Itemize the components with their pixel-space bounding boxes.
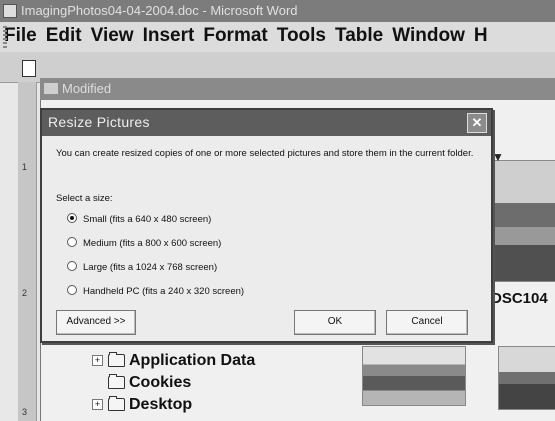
menu-help[interactable]: H: [470, 22, 493, 47]
ruler-mark: 3: [22, 407, 28, 417]
option-label: Large (fits a 1024 x 768 screen): [83, 262, 218, 273]
menu-edit[interactable]: Edit: [42, 22, 87, 47]
tree-item-label: Desktop: [129, 396, 193, 413]
thumbnail-caption: DSC104: [491, 290, 548, 307]
explorer-window-title: Modified: [62, 81, 112, 96]
vertical-ruler: 1 2 3: [18, 82, 37, 421]
tree-item-cookies[interactable]: Cookies: [92, 374, 191, 392]
size-option-medium[interactable]: Medium (fits a 800 x 600 screen): [67, 237, 221, 249]
option-label: Handheld PC (fits a 240 x 320 screen): [83, 286, 245, 297]
menu-window[interactable]: Window: [388, 22, 470, 47]
size-option-small[interactable]: Small (fits a 640 x 480 screen): [67, 213, 211, 225]
size-option-large[interactable]: Large (fits a 1024 x 768 screen): [67, 261, 217, 273]
photo-thumbnail[interactable]: [490, 160, 555, 282]
tree-item-desktop[interactable]: + Desktop: [92, 396, 192, 414]
dialog-title: Resize Pictures: [48, 114, 150, 130]
option-label: Medium (fits a 800 x 600 screen): [83, 238, 222, 249]
ok-button[interactable]: OK: [294, 310, 376, 335]
explorer-title-bar: Modified: [40, 78, 555, 100]
menu-format[interactable]: Format: [199, 22, 272, 47]
folder-icon: [108, 374, 125, 390]
menu-table[interactable]: Table: [331, 22, 388, 47]
advanced-button[interactable]: Advanced >>: [56, 310, 136, 335]
menu-insert[interactable]: Insert: [139, 22, 200, 47]
photo-thumbnail[interactable]: [362, 346, 466, 406]
folder-icon: [108, 352, 125, 368]
menu-bar: File Edit View Insert Format Tools Table Window…: [0, 22, 555, 52]
dialog-title-bar[interactable]: Resize Pictures ✕: [42, 110, 491, 136]
ruler-mark: 1: [22, 162, 28, 172]
menu-tools[interactable]: Tools: [273, 22, 331, 47]
radio-button[interactable]: [67, 285, 77, 295]
tree-item-application-data[interactable]: + Application Data: [92, 352, 255, 370]
close-button[interactable]: ✕: [467, 113, 487, 133]
resize-pictures-dialog: Resize Pictures ✕ You can create resized…: [40, 108, 493, 343]
tree-item-label: Cookies: [129, 374, 192, 391]
option-label: Small (fits a 640 x 480 screen): [83, 214, 212, 225]
dialog-description: You can create resized copies of one or …: [56, 148, 474, 159]
word-title-bar: ImagingPhotos04-04-2004.doc - Microsoft …: [0, 0, 555, 22]
size-group-label: Select a size:: [56, 193, 113, 204]
radio-button[interactable]: [67, 213, 77, 223]
tree-item-label: Application Data: [129, 352, 256, 369]
expand-icon[interactable]: +: [92, 355, 103, 367]
new-document-icon[interactable]: [22, 60, 36, 77]
radio-button[interactable]: [67, 237, 77, 247]
word-document-icon: [3, 4, 17, 18]
size-option-handheld[interactable]: Handheld PC (fits a 240 x 320 screen): [67, 285, 244, 297]
cancel-button[interactable]: Cancel: [386, 310, 468, 335]
folder-icon: [44, 83, 58, 94]
menubar-grip-handle[interactable]: [3, 26, 7, 48]
folder-icon: [108, 396, 125, 412]
menu-view[interactable]: View: [87, 22, 139, 47]
photo-thumbnail[interactable]: [498, 346, 555, 410]
word-window-title: ImagingPhotos04-04-2004.doc - Microsoft …: [21, 3, 298, 18]
ruler-mark: 2: [22, 288, 28, 298]
radio-button[interactable]: [67, 261, 77, 271]
view-dropdown-arrow-icon[interactable]: ▼: [492, 150, 504, 164]
expand-icon[interactable]: +: [92, 399, 103, 411]
